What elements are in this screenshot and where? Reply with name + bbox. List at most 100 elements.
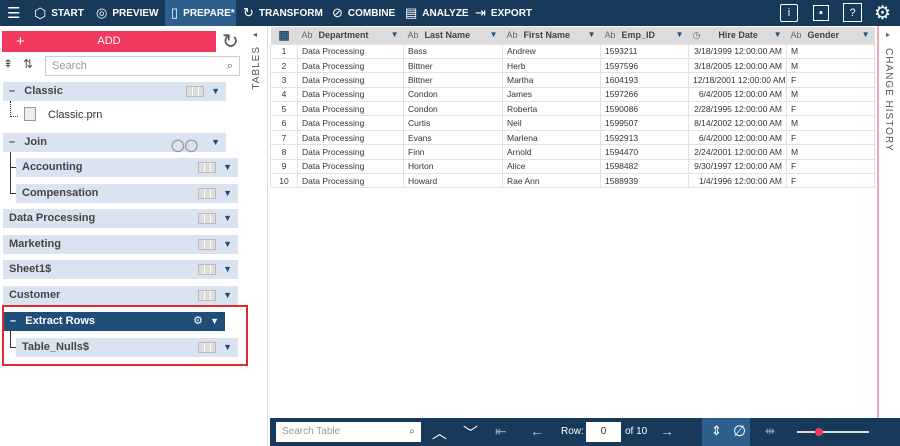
change-history-strip[interactable]: ▸ CHANGE HISTORY	[877, 26, 900, 446]
column-header-department[interactable]: Ab Department ▼	[297, 27, 404, 44]
table-cell[interactable]: Herb	[502, 57, 601, 74]
previous-match-icon[interactable]: ︿	[432, 422, 447, 443]
chevron-down-icon[interactable]: ▼	[223, 158, 232, 177]
column-header-first-name[interactable]: Ab First Name ▼	[502, 27, 601, 44]
tree-item-customer[interactable]: Customer ▼	[3, 286, 238, 305]
table-cell[interactable]: 5	[270, 101, 298, 117]
table-cell[interactable]: Data Processing	[297, 129, 404, 146]
table-cell[interactable]: 2	[270, 57, 298, 74]
table-cell[interactable]: M	[786, 43, 875, 59]
column-header-gender[interactable]: Ab Gender ▼	[786, 27, 875, 44]
chevron-down-icon[interactable]: ▼	[223, 260, 232, 279]
table-cell[interactable]: Rae Ann	[502, 173, 601, 189]
table-cell[interactable]: Howard	[403, 173, 503, 189]
table-cell[interactable]: Data Processing	[297, 72, 404, 88]
table-cell[interactable]: 3	[270, 72, 298, 88]
table-cell[interactable]: 6/4/2005 12:00:00 AM	[688, 86, 787, 103]
table-cell[interactable]: F	[786, 72, 875, 88]
zoom-slider[interactable]	[797, 428, 869, 436]
table-cell[interactable]: Bass	[403, 43, 503, 59]
table-cell[interactable]: Data Processing	[297, 86, 404, 103]
table-cell[interactable]: 6/4/2000 12:00:00 AM	[688, 129, 787, 146]
chevron-down-icon[interactable]: ▼	[210, 312, 219, 331]
info-icon[interactable]: i	[780, 4, 798, 22]
chevron-down-icon[interactable]: ▼	[862, 30, 870, 39]
tree-item-compensation[interactable]: Compensation ▼	[16, 184, 238, 203]
chevron-down-icon[interactable]: ▼	[223, 286, 232, 305]
table-cell[interactable]: Alice	[502, 158, 601, 175]
nav-transform[interactable]: ↻ TRANSFORM	[237, 0, 329, 26]
table-cell[interactable]: Data Processing	[297, 43, 404, 59]
chevron-down-icon[interactable]: ▼	[676, 30, 684, 39]
table-cell[interactable]: 3/18/1999 12:00:00 AM	[688, 43, 787, 59]
table-cell[interactable]: Data Processing	[297, 57, 404, 74]
table-cell[interactable]: 1592913	[600, 129, 689, 146]
table-row[interactable]: 10 Data Processing Howard Rae Ann 1588939 1/4…	[270, 173, 875, 189]
table-cell[interactable]: 3/18/2005 12:00:00 AM	[688, 57, 787, 74]
nav-start[interactable]: ⬡ START	[28, 0, 90, 26]
tables-strip[interactable]: ◂ TABLES	[248, 26, 268, 446]
tree-item-classic-prn[interactable]: Classic.prn	[48, 109, 102, 121]
search-table-input[interactable]: Search Table ⌕	[276, 422, 421, 442]
table-cell[interactable]: Roberta	[502, 101, 601, 117]
tree-item-join[interactable]: – Join ◯◯ ▼	[3, 133, 226, 152]
table-cell[interactable]: 12/18/2001 12:00:00 AM	[688, 72, 787, 88]
nav-analyze[interactable]: ▤ ANALYZE	[399, 0, 475, 26]
chevron-down-icon[interactable]: ▼	[223, 209, 232, 228]
table-cell[interactable]: M	[786, 144, 875, 160]
table-cell[interactable]: Marlena	[502, 129, 601, 146]
sort-icon[interactable]: ⇅	[23, 57, 33, 71]
table-cell[interactable]: Data Processing	[297, 101, 404, 117]
gear-icon[interactable]: ⚙	[874, 2, 891, 25]
table-cell[interactable]: 10	[270, 173, 298, 189]
tree-item-marketing[interactable]: Marketing ▼	[3, 235, 238, 254]
nav-preview[interactable]: ◎ PREVIEW	[90, 0, 164, 26]
table-row[interactable]: 5 Data Processing Condon Roberta 1590086 2/28…	[270, 101, 875, 117]
table-cell[interactable]: F	[786, 129, 875, 146]
collapse-arrow-icon[interactable]: ◂	[253, 30, 257, 39]
chevron-down-icon[interactable]: ▼	[211, 133, 220, 152]
table-cell[interactable]: 1588939	[600, 173, 689, 189]
nav-export[interactable]: ⇥ EXPORT	[469, 0, 538, 26]
table-cell[interactable]: Bittner	[403, 57, 503, 74]
table-cell[interactable]: Finn	[403, 144, 503, 160]
table-cell[interactable]: 9/30/1997 12:00:00 AM	[688, 158, 787, 175]
table-cell[interactable]: Curtis	[403, 115, 503, 131]
hamburger-menu-icon[interactable]: ☰	[7, 4, 20, 22]
fit-rows-button[interactable]: ⇕ ∅	[702, 418, 750, 446]
chevron-down-icon[interactable]: ▼	[588, 30, 596, 39]
table-cell[interactable]: 1598482	[600, 158, 689, 175]
column-header-hire-date[interactable]: ◷ Hire Date ▼	[688, 27, 787, 44]
table-cell[interactable]: F	[786, 158, 875, 175]
first-row-icon[interactable]: ⇤	[495, 423, 507, 440]
table-cell[interactable]: Bittner	[403, 72, 503, 88]
filter-grid-icon[interactable]: ▦	[270, 27, 298, 44]
table-cell[interactable]: Arnold	[502, 144, 601, 160]
previous-row-icon[interactable]: ←	[530, 423, 544, 439]
table-row[interactable]: 8 Data Processing Finn Arnold 1594470 2/24/20…	[270, 144, 875, 160]
tree-item-data-processing[interactable]: Data Processing ▼	[3, 209, 238, 228]
table-cell[interactable]: 7	[270, 129, 298, 146]
chevron-down-icon[interactable]: ▼	[391, 30, 399, 39]
column-header-emp-id[interactable]: Ab Emp_ID ▼	[600, 27, 689, 44]
table-cell[interactable]: Neil	[502, 115, 601, 131]
table-cell[interactable]: 8/14/2002 12:00:00 AM	[688, 115, 787, 131]
chevron-down-icon[interactable]: ▼	[223, 184, 232, 203]
table-row[interactable]: 2 Data Processing Bittner Herb 1597596 3/18/2…	[270, 57, 875, 74]
chevron-down-icon[interactable]: ▼	[490, 30, 498, 39]
tree-item-table-nulls[interactable]: Table_Nulls$ ▼	[16, 338, 238, 357]
tree-item-classic[interactable]: – Classic ▼	[3, 82, 226, 101]
expand-arrow-icon[interactable]: ▸	[886, 30, 890, 39]
table-cell[interactable]: F	[786, 101, 875, 117]
table-row[interactable]: 1 Data Processing Bass Andrew 1593211 3/18/19…	[270, 43, 875, 59]
table-cell[interactable]: 1599507	[600, 115, 689, 131]
table-row[interactable]: 9 Data Processing Horton Alice 1598482 9/30/1…	[270, 158, 875, 175]
refresh-icon[interactable]: ↻	[222, 29, 239, 54]
table-cell[interactable]: Data Processing	[297, 144, 404, 160]
tree-item-sheet1[interactable]: Sheet1$ ▼	[3, 260, 238, 279]
table-cell[interactable]: 1590086	[600, 101, 689, 117]
table-cell[interactable]: 2/28/1995 12:00:00 AM	[688, 101, 787, 117]
table-cell[interactable]: 1604193	[600, 72, 689, 88]
row-number-input[interactable]: 0	[586, 422, 621, 442]
table-cell[interactable]: 1597266	[600, 86, 689, 103]
